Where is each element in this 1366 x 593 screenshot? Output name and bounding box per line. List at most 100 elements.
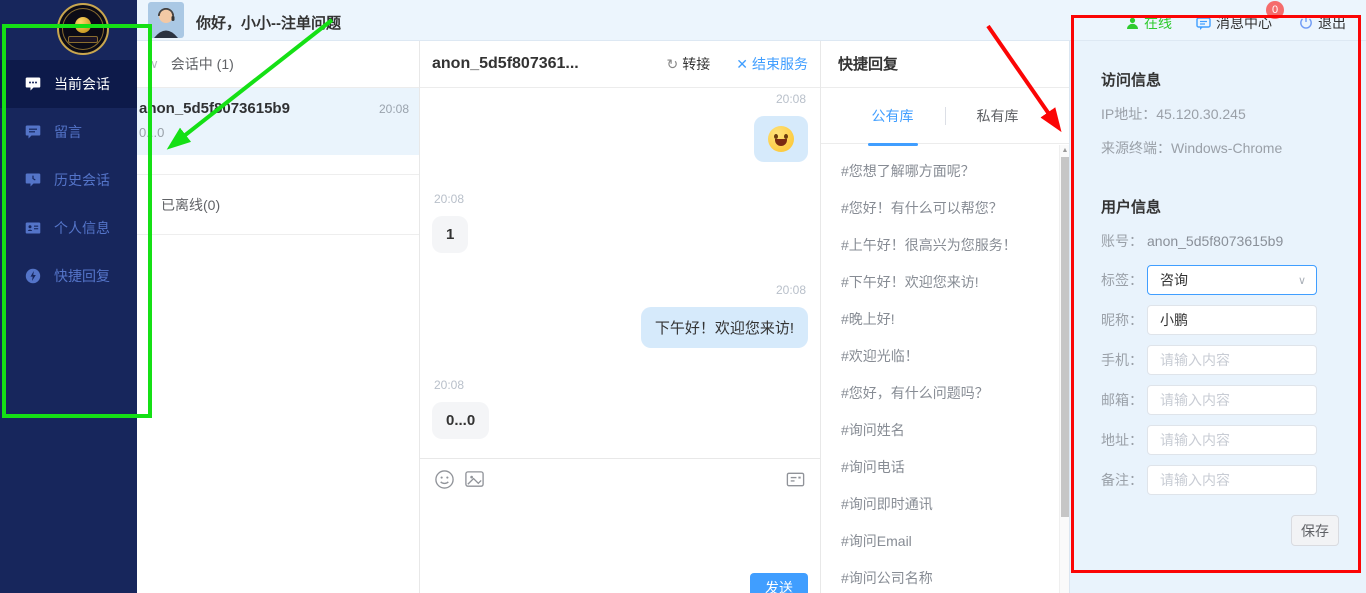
quick-reply-tabs: 公有库 私有库 [821, 88, 1069, 144]
quick-reply-item[interactable]: #您好！有什么可以帮您？ [821, 190, 1069, 227]
conversation-list-panel: ∨ 会话中 (1) anon_5d5f8073615b9 20:08 0...0… [137, 41, 420, 593]
chat-header: anon_5d5f807361... ↻ 转接 ✕ 结束服务 [420, 41, 820, 88]
nickname-row: 昵称： [1101, 305, 1366, 335]
tag-select[interactable]: 咨询 ∨ [1147, 265, 1317, 295]
id-card-icon [25, 220, 41, 236]
end-service-label: 结束服务 [752, 54, 808, 74]
message-row [420, 116, 820, 162]
image-upload-icon[interactable] [464, 469, 485, 490]
message-timestamp: 20:08 [434, 192, 806, 206]
conversation-list-item[interactable]: anon_5d5f8073615b9 20:08 0...0 [137, 88, 419, 155]
sidebar-item-label: 快捷回复 [54, 266, 110, 286]
sidebar-item-label: 留言 [54, 122, 82, 142]
scrollbar-up-arrow[interactable]: ▲ [1060, 145, 1070, 157]
quick-reply-item[interactable]: #上午好！很高兴为您服务！ [821, 227, 1069, 264]
tab-public-library[interactable]: 公有库 [841, 106, 945, 126]
quick-reply-item[interactable]: #询问姓名 [821, 412, 1069, 449]
chevron-right-icon: › [148, 198, 152, 212]
logout-button[interactable]: 退出 [1299, 13, 1346, 33]
end-service-button[interactable]: ✕ 结束服务 [736, 54, 808, 74]
smiley-emoji [768, 126, 794, 152]
sidebar-item-label: 历史会话 [54, 170, 110, 190]
agent-greeting: 你好，小小--注单问题 [196, 12, 341, 33]
tab-private-library[interactable]: 私有库 [946, 106, 1050, 126]
quick-reply-item[interactable]: #您好，有什么问题吗？ [821, 375, 1069, 412]
phone-row: 手机： [1101, 345, 1366, 375]
quick-reply-scrollbar[interactable]: ▲ [1059, 145, 1069, 593]
brand-logo-emblem [75, 17, 91, 33]
message-row: 下午好！欢迎您来访! [420, 307, 820, 348]
visitor-ip: IP地址：45.120.30.245 [1101, 104, 1366, 124]
quick-reply-item[interactable]: #询问即时通讯 [821, 486, 1069, 523]
transfer-icon: ↻ [667, 56, 679, 73]
account-label: 账号： [1101, 231, 1147, 251]
quick-reply-item[interactable]: #下午好！欢迎您来访! [821, 264, 1069, 301]
phone-field[interactable] [1147, 345, 1317, 375]
save-row: 保存 [1101, 515, 1366, 546]
message-timestamp: 20:08 [434, 283, 806, 297]
divider [137, 155, 419, 175]
account-row: 账号： anon_5d5f8073615b9 [1101, 231, 1366, 251]
agent-workbench: 你好，小小--注单问题 在线 消息中心 0 退出 [0, 0, 1366, 593]
sidebar-item-profile[interactable]: 个人信息 [0, 204, 137, 252]
conversation-time: 20:08 [379, 102, 409, 116]
tag-select-value: 咨询 [1160, 270, 1188, 290]
scrollbar-thumb[interactable] [1061, 157, 1069, 517]
message-bubble-outgoing: 下午好！欢迎您来访! [641, 307, 808, 348]
online-status-label: 在线 [1144, 13, 1172, 33]
power-icon [1299, 16, 1313, 30]
remark-label: 备注： [1101, 470, 1147, 490]
quick-reply-item[interactable]: #询问公司名称 [821, 560, 1069, 593]
quick-reply-item[interactable]: #欢迎光临！ [821, 338, 1069, 375]
quick-reply-item[interactable]: #询问Email [821, 523, 1069, 560]
sidebar-item-messages[interactable]: 留言 [0, 108, 137, 156]
message-center-icon [1196, 16, 1211, 31]
quick-reply-panel: 快捷回复 公有库 私有库 #您想了解哪方面呢？ #您好！有什么可以帮您？ #上午… [820, 41, 1069, 593]
save-button[interactable]: 保存 [1291, 515, 1339, 546]
quick-phrase-icon[interactable] [785, 469, 806, 490]
quick-reply-list: #您想了解哪方面呢？ #您好！有什么可以帮您？ #上午好！很高兴为您服务！ #下… [821, 144, 1069, 593]
brand-logo-band [68, 36, 98, 43]
transfer-button[interactable]: ↻ 转接 [667, 54, 711, 74]
message-input[interactable] [420, 501, 820, 571]
message-timestamp: 20:08 [434, 378, 806, 392]
quick-reply-item[interactable]: #询问电话 [821, 449, 1069, 486]
sidebar-item-quick-reply[interactable]: 快捷回复 [0, 252, 137, 300]
history-chat-icon [25, 172, 41, 188]
visitor-terminal: 来源终端：Windows-Chrome [1101, 138, 1366, 158]
lightning-circle-icon [25, 268, 41, 284]
remark-row: 备注： [1101, 465, 1366, 495]
logout-label: 退出 [1318, 13, 1346, 33]
group-offline[interactable]: › 已离线(0) [137, 175, 419, 235]
close-icon: ✕ [736, 56, 748, 73]
chevron-down-icon: ∨ [150, 57, 159, 71]
quick-reply-item[interactable]: #您想了解哪方面呢？ [821, 153, 1069, 190]
message-bubble-outgoing [754, 116, 808, 162]
brand-logo [57, 3, 109, 55]
quick-reply-item[interactable]: #晚上好! [821, 301, 1069, 338]
group-offline-label: 已离线(0) [161, 195, 220, 215]
chat-bubble-dots-icon [25, 76, 41, 92]
nickname-field[interactable] [1147, 305, 1317, 335]
email-field[interactable] [1147, 385, 1317, 415]
group-in-session-label: 会话中 (1) [171, 54, 234, 74]
nickname-label: 昵称： [1101, 310, 1147, 330]
email-label: 邮箱： [1101, 390, 1147, 410]
sidebar-item-current-session[interactable]: 当前会话 [0, 60, 137, 108]
avatar-image [148, 2, 184, 38]
send-button[interactable]: 发送 [750, 573, 808, 593]
group-in-session[interactable]: ∨ 会话中 (1) [137, 41, 419, 88]
tag-label: 标签： [1101, 270, 1147, 290]
chevron-down-icon: ∨ [1298, 274, 1306, 287]
emoji-picker-icon[interactable] [434, 469, 455, 490]
online-status[interactable]: 在线 [1126, 13, 1172, 33]
chat-visitor-title: anon_5d5f807361... [432, 55, 641, 73]
sidebar-item-label: 当前会话 [54, 74, 110, 94]
chat-toolbar [420, 459, 820, 490]
sidebar-item-history-session[interactable]: 历史会话 [0, 156, 137, 204]
remark-field[interactable] [1147, 465, 1317, 495]
message-center-button[interactable]: 消息中心 [1196, 13, 1272, 33]
agent-avatar [148, 2, 184, 38]
address-field[interactable] [1147, 425, 1317, 455]
visit-info-title: 访问信息 [1101, 69, 1366, 90]
